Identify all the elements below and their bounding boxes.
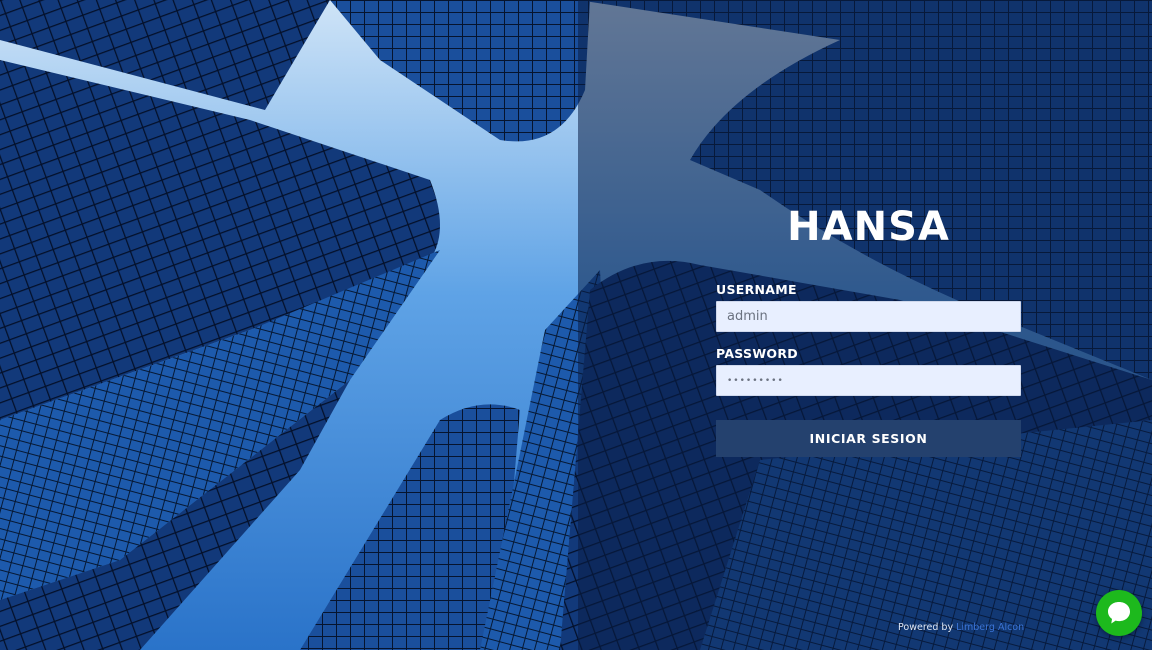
powered-by-text: Powered by (898, 622, 954, 633)
brand-title: HANSA (787, 204, 950, 250)
username-input[interactable] (716, 301, 1021, 332)
username-label: USERNAME (716, 282, 797, 297)
password-input[interactable] (716, 365, 1021, 396)
password-label: PASSWORD (716, 346, 798, 361)
chat-widget-button[interactable] (1096, 590, 1142, 636)
footer-credit: Powered by Limberg Alcon (898, 622, 1024, 633)
login-button[interactable]: INICIAR SESION (716, 420, 1021, 457)
chat-bubble-icon (1108, 602, 1130, 624)
author-link[interactable]: Limberg Alcon (956, 622, 1024, 633)
